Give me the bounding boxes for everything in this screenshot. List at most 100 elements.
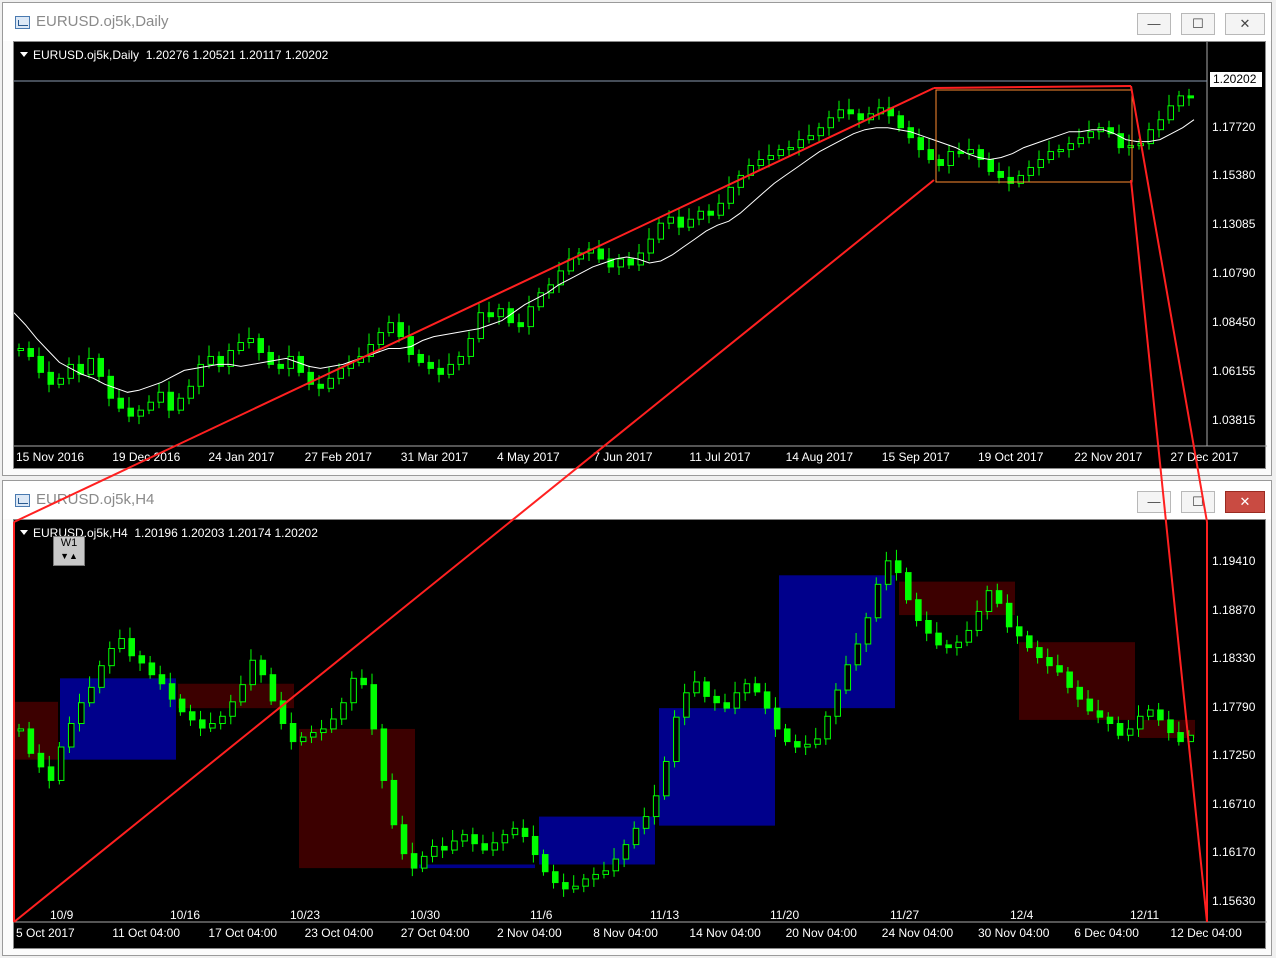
candle-body: [717, 202, 724, 216]
date-axis-label: 23 Oct 04:00: [304, 926, 374, 940]
daily-candlestick-chart[interactable]: [14, 42, 1267, 470]
close-button[interactable]: ✕: [1225, 491, 1265, 513]
candle-body: [917, 137, 924, 151]
candle-body: [657, 222, 664, 240]
candle-body: [677, 216, 684, 228]
candle-body: [347, 361, 354, 369]
candle-body: [491, 842, 499, 851]
candle-body: [148, 662, 156, 676]
date-axis-label: 6 Dec 04:00: [1074, 926, 1139, 940]
candle-body: [783, 728, 791, 743]
w1-period-indicator[interactable]: W1 ▼▲: [53, 536, 85, 566]
candle-body: [1005, 602, 1013, 628]
candle-body: [531, 835, 539, 856]
price-level-label: 1.19410: [1212, 554, 1256, 568]
candle-body: [441, 845, 448, 851]
candle-body: [713, 695, 720, 704]
candle-body: [707, 210, 714, 216]
candle-body: [567, 258, 574, 272]
candle-body: [229, 701, 236, 717]
candle-body: [927, 149, 934, 161]
candle-body: [289, 723, 297, 743]
w1-arrows-icon[interactable]: ▼▲: [54, 550, 84, 563]
minimize-button[interactable]: —: [1137, 491, 1171, 513]
minimize-button[interactable]: —: [1137, 13, 1171, 35]
maximize-button[interactable]: ☐: [1181, 491, 1215, 513]
candle-body: [57, 746, 65, 781]
candle-body: [884, 560, 892, 585]
week-separator-label: 11/20: [770, 908, 800, 922]
daily-chart-area[interactable]: EURUSD.oj5k,Daily 1.20276 1.20521 1.2011…: [13, 41, 1267, 470]
candle-body: [572, 885, 579, 890]
candle-body: [481, 843, 488, 851]
weekly-candle-box: [299, 728, 415, 869]
current-price-tag: 1.20202: [1210, 72, 1262, 87]
candle-body: [157, 391, 164, 403]
date-axis-label: 11 Oct 04:00: [112, 926, 181, 940]
candle-body: [17, 347, 24, 351]
price-level-label: 1.08450: [1212, 315, 1256, 329]
candle-body: [279, 700, 287, 725]
date-axis-label: 27 Oct 04:00: [400, 926, 470, 940]
candle-body: [667, 216, 674, 224]
candle-body: [541, 854, 549, 873]
date-axis-label: 31 Mar 2017: [400, 450, 469, 464]
h4-chart-area[interactable]: EURUSD.oj5k,H4 1.20196 1.20203 1.20174 1…: [13, 519, 1267, 950]
candle-body: [997, 170, 1004, 178]
candle-body: [209, 723, 216, 729]
candle-body: [497, 308, 504, 318]
date-axis-label: 12 Dec 04:00: [1170, 926, 1242, 940]
close-button[interactable]: ✕: [1225, 13, 1265, 35]
candle-body: [763, 691, 771, 709]
week-separator-label: 11/13: [650, 908, 680, 922]
candle-body: [894, 560, 902, 574]
candle-body: [1077, 137, 1084, 145]
daily-window-title: EURUSD.oj5k,Daily: [36, 13, 169, 30]
candle-body: [118, 638, 125, 650]
candle-body: [239, 684, 246, 703]
candle-body: [683, 692, 690, 718]
candle-body: [864, 617, 872, 645]
date-axis-label: 27 Feb 2017: [304, 450, 372, 464]
candle-body: [17, 728, 25, 732]
price-level-label: 1.16170: [1212, 845, 1256, 859]
candle-body: [47, 766, 55, 781]
chart-menu-triangle-icon[interactable]: [20, 530, 28, 535]
chart-menu-triangle-icon[interactable]: [20, 52, 28, 57]
candle-body: [147, 401, 154, 411]
candle-body: [915, 599, 922, 621]
candle-body: [390, 779, 398, 826]
candle-body: [632, 827, 640, 846]
candle-body: [1137, 143, 1144, 147]
date-axis-label: 15 Sep 2017: [881, 450, 950, 464]
weekly-candle-box: [419, 864, 535, 869]
candle-body: [652, 795, 660, 818]
candle-body: [1086, 698, 1094, 712]
candle-body: [158, 674, 166, 685]
daily-window-titlebar[interactable]: EURUSD.oj5k,Daily — ☐ ✕: [3, 3, 1271, 41]
candle-body: [340, 702, 347, 720]
h4-window-titlebar[interactable]: EURUSD.oj5k,H4 — ☐ ✕: [3, 481, 1271, 519]
candle-body: [757, 159, 764, 166]
price-level-label: 1.18870: [1212, 602, 1256, 617]
daily-chart-window[interactable]: EURUSD.oj5k,Daily — ☐ ✕ EURUSD.oj5k,Dail…: [2, 2, 1272, 476]
candle-body: [945, 644, 952, 649]
candle-body: [237, 342, 244, 351]
candle-body: [477, 312, 484, 340]
candle-body: [1057, 149, 1064, 153]
candle-body: [467, 338, 474, 357]
maximize-button[interactable]: ☐: [1181, 13, 1215, 35]
candle-body: [37, 752, 45, 768]
h4-candlestick-chart[interactable]: [14, 520, 1267, 950]
candle-body: [57, 377, 64, 385]
candle-body: [309, 732, 317, 738]
candle-body: [350, 677, 357, 704]
h4-chart-window[interactable]: EURUSD.oj5k,H4 — ☐ ✕ EURUSD.oj5k,H4 1.20…: [2, 480, 1272, 956]
candle-body: [307, 371, 314, 385]
candle-body: [743, 683, 751, 694]
week-separator-label: 11/27: [890, 908, 920, 922]
candle-body: [697, 210, 704, 220]
candle-body: [687, 218, 694, 228]
candle-body: [807, 135, 814, 141]
date-axis-label: 14 Nov 04:00: [689, 926, 761, 940]
